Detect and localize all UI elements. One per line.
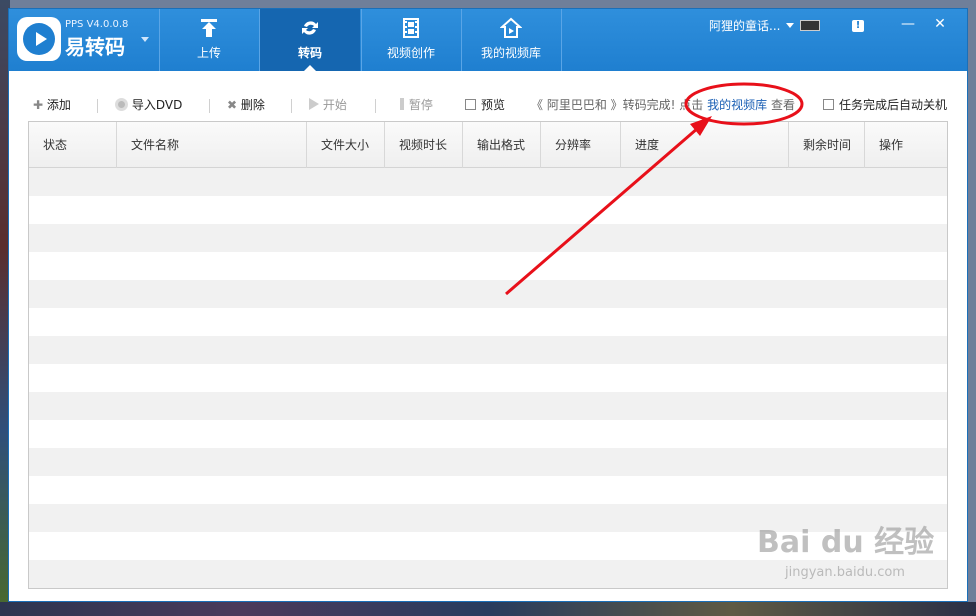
delete-button[interactable]: ✖ 删除 xyxy=(227,97,265,113)
status-marquee: 《 阿里巴巴和 》转码完成! 点击 我的视频库 查看 xyxy=(531,97,795,113)
notice-button[interactable]: ! xyxy=(843,9,873,39)
alert-icon: ! xyxy=(852,20,864,32)
preview-label: 预览 xyxy=(481,98,506,112)
table-header: 状态 文件名称 文件大小 视频时长 输出格式 分辨率 进度 剩余时间 操作 xyxy=(29,122,947,168)
tab-upload[interactable]: 上传 xyxy=(159,9,259,71)
tab-upload-label: 上传 xyxy=(196,46,221,60)
pause-icon xyxy=(393,98,397,110)
col-resolution[interactable]: 分辨率 xyxy=(541,122,621,168)
import-dvd-button[interactable]: 导入DVD xyxy=(115,97,182,113)
marquee-suffix: 查看 xyxy=(770,98,795,112)
table-row xyxy=(29,224,947,252)
preview-checkbox-box[interactable] xyxy=(465,99,476,110)
pause-button[interactable]: 暂停 xyxy=(393,97,433,113)
preview-checkbox[interactable]: 预览 xyxy=(465,97,505,113)
table-row xyxy=(29,448,947,476)
table-row xyxy=(29,364,947,392)
tab-my-video-library[interactable]: 我的视频库 xyxy=(461,9,561,71)
start-label: 开始 xyxy=(322,98,347,112)
delete-x-icon: ✖ xyxy=(227,98,238,112)
plus-icon: ✚ xyxy=(33,98,44,112)
app-header: PPS V4.0.0.8 易转码 上传 转码 视频创作 我的视频库 阿狸的童话.… xyxy=(9,9,967,71)
tab-convert[interactable]: 转码 xyxy=(260,9,360,71)
app-window: PPS V4.0.0.8 易转码 上传 转码 视频创作 我的视频库 阿狸的童话.… xyxy=(8,8,968,602)
pause-label: 暂停 xyxy=(408,98,433,112)
my-video-library-link[interactable]: 我的视频库 xyxy=(707,98,767,112)
table-row xyxy=(29,336,947,364)
col-file-size[interactable]: 文件大小 xyxy=(307,122,385,168)
user-dropdown-icon xyxy=(786,23,795,28)
col-file-name[interactable]: 文件名称 xyxy=(117,122,307,168)
user-name: 阿狸的童话... xyxy=(709,19,781,33)
auto-shutdown-label: 任务完成后自动关机 xyxy=(839,98,948,112)
table-row xyxy=(29,196,947,224)
baidu-watermark: Bai du 经验 jingyan.baidu.com xyxy=(757,517,934,580)
add-label: 添加 xyxy=(46,98,71,112)
table-row xyxy=(29,392,947,420)
film-icon xyxy=(403,18,419,38)
play-icon xyxy=(309,98,319,110)
tab-video-creation-label: 视频创作 xyxy=(386,46,435,60)
toolbar: ✚ 添加 导入DVD ✖ 删除 开始 暂停 预览 《 阿里巴巴和 》转码完成! … xyxy=(9,71,967,123)
col-progress[interactable]: 进度 xyxy=(621,122,789,168)
convert-icon xyxy=(302,21,318,35)
add-button[interactable]: ✚ 添加 xyxy=(33,97,71,113)
watermark-url: jingyan.baidu.com xyxy=(785,565,905,580)
import-dvd-label: 导入DVD xyxy=(131,98,183,112)
upload-icon xyxy=(201,19,217,37)
auto-shutdown-checkbox-box[interactable] xyxy=(823,99,834,110)
app-menu-dropdown-icon[interactable] xyxy=(141,37,149,42)
table-row xyxy=(29,252,947,280)
table-row xyxy=(29,280,947,308)
col-time-remaining[interactable]: 剩余时间 xyxy=(789,122,865,168)
home-library-icon xyxy=(500,17,522,38)
col-actions[interactable]: 操作 xyxy=(865,122,947,168)
watermark-logo: Bai du 经验 xyxy=(757,525,935,560)
app-logo-icon xyxy=(17,17,61,61)
disc-icon xyxy=(115,98,128,111)
minimize-button[interactable]: — xyxy=(893,9,923,39)
table-row xyxy=(29,476,947,504)
app-version: PPS V4.0.0.8 xyxy=(65,19,129,30)
avatar-icon xyxy=(800,20,821,31)
tab-my-video-library-label: 我的视频库 xyxy=(480,46,541,60)
tab-convert-label: 转码 xyxy=(297,46,322,60)
col-status[interactable]: 状态 xyxy=(29,122,117,168)
auto-shutdown-checkbox[interactable]: 任务完成后自动关机 xyxy=(823,97,947,113)
app-name: 易转码 xyxy=(65,35,125,59)
col-duration[interactable]: 视频时长 xyxy=(385,122,463,168)
table-row xyxy=(29,308,947,336)
col-output-format[interactable]: 输出格式 xyxy=(463,122,541,168)
close-button[interactable]: ✕ xyxy=(925,9,955,39)
user-account[interactable]: 阿狸的童话... xyxy=(709,17,821,34)
delete-label: 删除 xyxy=(240,98,265,112)
start-button[interactable]: 开始 xyxy=(309,97,347,113)
tab-video-creation[interactable]: 视频创作 xyxy=(361,9,461,71)
marquee-text: 《 阿里巴巴和 》转码完成! 点击 xyxy=(531,98,704,112)
table-row xyxy=(29,420,947,448)
desktop-background-bottom xyxy=(0,602,976,616)
table-row xyxy=(29,168,947,196)
